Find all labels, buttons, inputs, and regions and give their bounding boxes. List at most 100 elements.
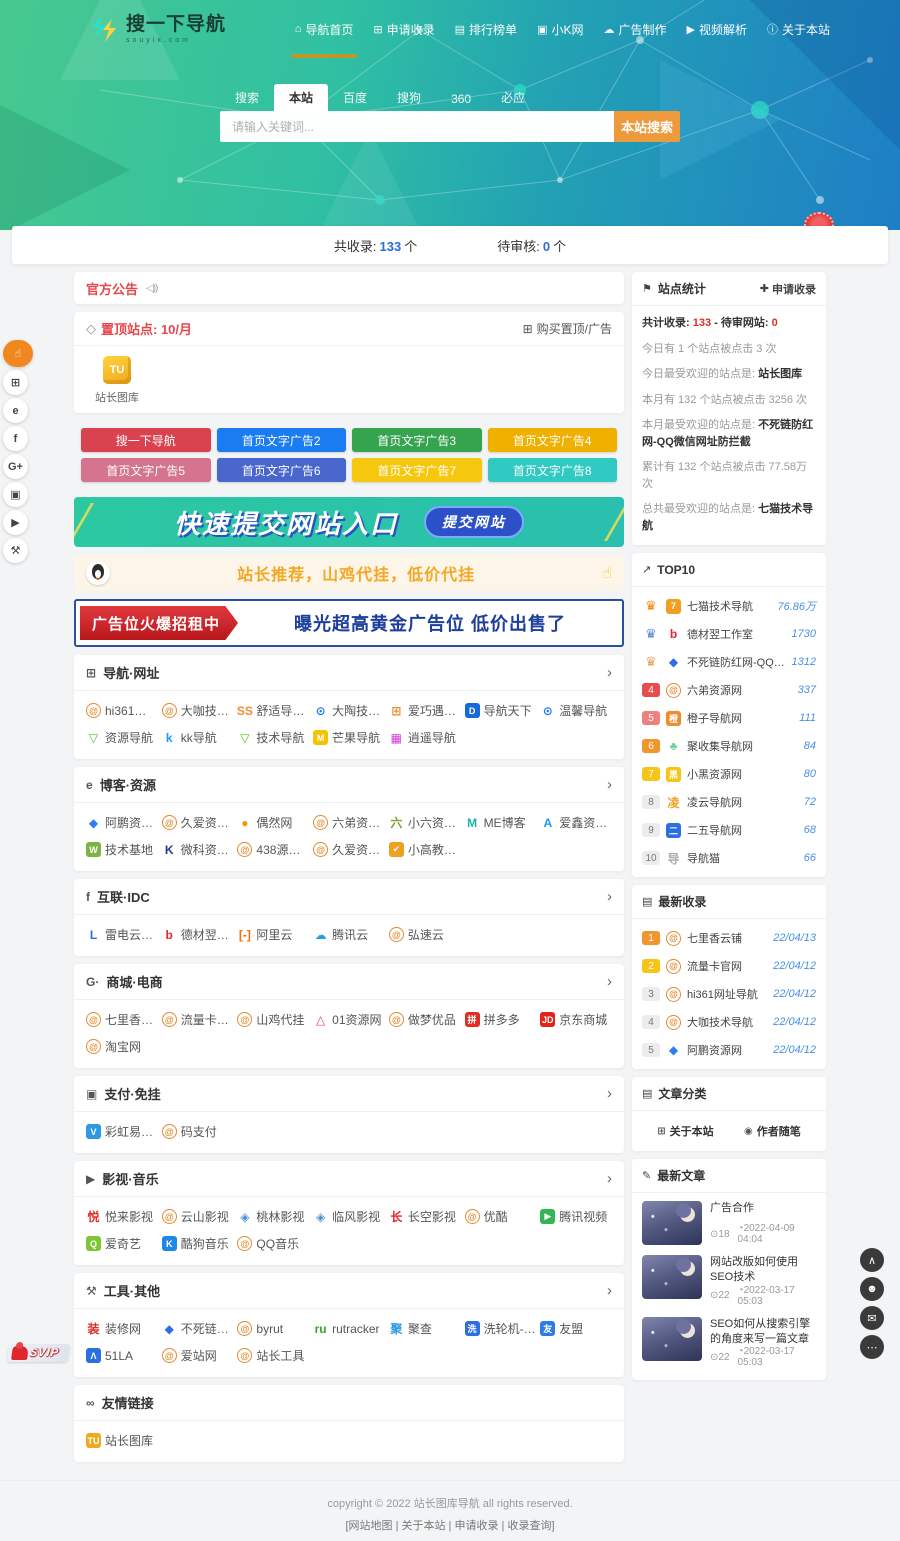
article-category[interactable]: ⊞ 关于本站 [657,1123,713,1139]
site-link-item[interactable]: K 微科资源网 [162,836,234,863]
site-link-item[interactable]: ✔ 小高教学网 [389,836,461,863]
section-more-chevron[interactable]: › [607,777,612,792]
site-link-item[interactable]: 装 装修网 [86,1315,158,1342]
site-link-item[interactable]: @ 七里香云铺 [86,1006,158,1033]
site-link-item[interactable]: ⊙ 大陶技术... [313,697,385,724]
text-ad-button[interactable]: 首页文字广告5 [81,458,211,482]
footer-link[interactable]: 申请收录 [454,1520,498,1532]
site-link-item[interactable]: @ 爱站网 [162,1342,234,1369]
top10-row[interactable]: 10 导 导航猫 66 [642,844,816,872]
latest-included-row[interactable]: 5 ◆ 阿鹏资源网 22/04/12 [642,1036,816,1064]
article-item[interactable]: 网站改版如何使用SEO技术 ⊙22 ◔2022-03-17 05:03 [642,1255,816,1307]
text-ad-button[interactable]: 首页文字广告6 [217,458,347,482]
site-link-item[interactable]: @ 久爱资源网 [162,809,234,836]
dock-pay-button[interactable]: ▣ [3,482,28,507]
section-more-chevron[interactable]: › [607,665,612,680]
site-link-item[interactable]: ☁ 腾讯云 [313,921,385,948]
site-link-item[interactable]: Λ 51LA [86,1342,158,1369]
article-item[interactable]: 广告合作 ⊙18 ◔2022-04-09 04:04 [642,1201,816,1245]
nav-item[interactable]: ▶ 视频解析 [687,13,747,46]
site-link-item[interactable]: ⊙ 温馨导航 [540,697,612,724]
site-link-item[interactable]: TU 站长图库 [86,1427,158,1454]
site-link-item[interactable]: ◈ 临风影视 [313,1203,385,1230]
site-link-item[interactable]: [-] 阿里云 [237,921,309,948]
site-link-item[interactable]: ⊞ 爱巧遇导航 [389,697,461,724]
site-link-item[interactable]: ▦ 逍遥导航 [389,724,461,751]
search-input[interactable] [220,111,614,142]
dock-tools-button[interactable]: ⚒ [3,538,28,563]
site-link-item[interactable]: ● 偶然网 [237,809,309,836]
site-link-item[interactable]: Q 爱奇艺 [86,1230,158,1257]
search-engine-tab[interactable]: 搜狗 [382,84,436,111]
site-search-button[interactable]: 本站搜索 [614,111,680,142]
nav-item[interactable]: ▣ 小K网 [537,13,583,46]
article-category[interactable]: ◉ 作者随笔 [744,1123,801,1139]
site-link-item[interactable]: @ 弘速云 [389,921,461,948]
dock-nav-sites-button[interactable]: ⊞ [3,370,28,395]
text-ad-button[interactable]: 搜一下导航 [81,428,211,452]
site-link-item[interactable]: @ 六弟资源网 [313,809,385,836]
site-link-item[interactable]: k kk导航 [162,724,234,751]
recommend-banner[interactable]: 站长推荐，山鸡代挂，低价代挂 ☝ [74,555,624,591]
buy-pinned-link[interactable]: ⊞ 购买置顶/广告 [523,320,612,337]
site-link-item[interactable]: @ 山鸡代挂 [237,1006,309,1033]
site-link-item[interactable]: @ 久爱资源网 [313,836,385,863]
site-link-item[interactable]: ◈ 桃林影视 [237,1203,309,1230]
dock-back-to-top-button[interactable]: ∧ [860,1248,884,1272]
dock-shop-button[interactable]: G+ [3,454,28,479]
site-link-item[interactable]: @ byrut [237,1315,309,1342]
site-link-item[interactable]: @ 438源码站 [237,836,309,863]
site-link-item[interactable]: 拼 拼多多 [465,1006,537,1033]
site-link-item[interactable]: @ 云山影视 [162,1203,234,1230]
footer-link[interactable]: 网站地图 [349,1520,393,1532]
site-link-item[interactable]: △ 01资源网 [313,1006,385,1033]
top10-row[interactable]: ♛ 7 七猫技术导航 76.86万 [642,592,816,620]
latest-included-row[interactable]: 4 @ 大咖技术导航 22/04/12 [642,1008,816,1036]
top10-row[interactable]: 7 黑 小黑资源网 80 [642,760,816,788]
site-link-item[interactable]: ru rutracker [313,1315,385,1342]
nav-item[interactable]: ☁ 广告制作 [603,13,666,46]
dock-video-music-button[interactable]: ▶ [3,510,28,535]
footer-link[interactable]: 收录查询 [507,1520,551,1532]
text-ad-button[interactable]: 首页文字广告7 [352,458,482,482]
site-link-item[interactable]: M ME博客 [465,809,537,836]
site-link-item[interactable]: 六 小六资源网 [389,809,461,836]
nav-item[interactable]: ▤ 排行榜单 [455,13,517,46]
submit-site-button[interactable]: 提交网站 [424,506,524,538]
nav-item[interactable]: ⓘ 关于本站 [767,13,830,46]
footer-link[interactable]: 关于本站 [402,1520,446,1532]
search-engine-tab[interactable]: 本站 [274,84,328,111]
search-engine-tab[interactable]: 搜索 [220,84,274,111]
site-link-item[interactable]: @ 流量卡官网 [162,1006,234,1033]
site-link-item[interactable]: 长 长空影视 [389,1203,461,1230]
apply-include-link[interactable]: ✚ 申请收录 [760,281,816,297]
submit-site-banner[interactable]: 快速提交网站入口 提交网站 [74,497,624,547]
top10-row[interactable]: 6 ♣ 聚收集导航网 84 [642,732,816,760]
site-link-item[interactable]: @ 大咖技术... [162,697,234,724]
site-link-item[interactable]: @ 淘宝网 [86,1033,158,1060]
section-more-chevron[interactable]: › [607,1086,612,1101]
site-link-item[interactable]: 洗 洗轮机-工... [465,1315,537,1342]
site-link-item[interactable]: A 爱鑫资源网 [540,809,612,836]
search-engine-tab[interactable]: 百度 [328,84,382,111]
site-link-item[interactable]: @ 码支付 [162,1118,234,1145]
site-link-item[interactable]: @ 优酷 [465,1203,537,1230]
latest-included-row[interactable]: 3 @ hi361网址导航 22/04/12 [642,980,816,1008]
section-more-chevron[interactable]: › [607,889,612,904]
site-link-item[interactable]: @ QQ音乐 [237,1230,309,1257]
latest-included-row[interactable]: 2 @ 流量卡官网 22/04/12 [642,952,816,980]
text-ad-button[interactable]: 首页文字广告8 [488,458,618,482]
site-link-item[interactable]: L 雷电云网... [86,921,158,948]
nav-item[interactable]: ⌂ 导航首页 [295,13,354,46]
latest-included-row[interactable]: 1 @ 七里香云铺 22/04/13 [642,924,816,952]
text-ad-button[interactable]: 首页文字广告4 [488,428,618,452]
text-ad-button[interactable]: 首页文字广告3 [352,428,482,452]
dock-blog-res-button[interactable]: e [3,398,28,423]
site-link-item[interactable]: ◆ 阿鹏资源网 [86,809,158,836]
section-more-chevron[interactable]: › [607,1171,612,1186]
section-more-chevron[interactable]: › [607,974,612,989]
site-link-item[interactable]: SS 舒适导航网 [237,697,309,724]
top10-row[interactable]: 5 橙 橙子导航网 111 [642,704,816,732]
site-link-item[interactable]: ▽ 资源导航 [86,724,158,751]
top10-row[interactable]: 9 二 二五导航网 68 [642,816,816,844]
